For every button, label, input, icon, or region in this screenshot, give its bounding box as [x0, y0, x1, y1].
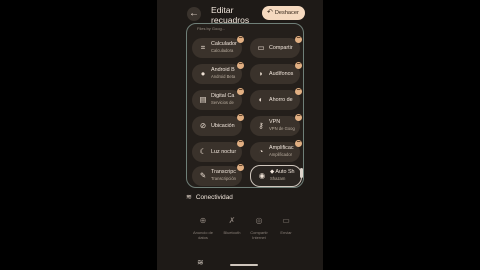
circle-icon: ● — [200, 69, 206, 78]
cast-icon: ▭ — [282, 216, 290, 225]
gesture-bar — [230, 264, 258, 266]
tile-sublabel: Servicios de — [211, 100, 234, 105]
undo-icon: ↶ — [267, 9, 273, 16]
remove-tile-button[interactable]: − — [295, 35, 302, 43]
back-button[interactable]: ← — [187, 7, 201, 21]
calculator-icon: ⌗ — [200, 43, 206, 52]
section-title: Conectividad — [195, 194, 233, 201]
drag-handle[interactable] — [300, 168, 303, 178]
tile-label: Compartir — [269, 45, 293, 51]
tile-label: Luz noctur — [211, 149, 237, 155]
tile-label-text: Auto Sh — [275, 169, 295, 175]
tile-label: ◆ Auto Sh — [270, 169, 295, 175]
undo-button[interactable]: ↶ Deshacer — [262, 6, 305, 20]
live-transcribe-icon: ✎ — [199, 171, 207, 180]
tile-label: Digital Ca — [211, 93, 235, 99]
available-tile[interactable]: ◎ Compartir Internet — [244, 216, 274, 240]
tile-label: Transcripc — [211, 169, 236, 175]
tile-live-transcribe[interactable]: ✎ Transcripc Transcripción — [192, 166, 242, 186]
partial-tile-label: Files by Goog... — [197, 26, 226, 31]
night-light-icon: ☾ — [199, 147, 207, 156]
phone-screen: ← Editar recuadros ↶ Deshacer Files by Go… — [157, 0, 323, 270]
tile-sublabel: Shazam — [270, 176, 286, 181]
available-tile-label: Enviar — [280, 230, 292, 235]
tile-vpn[interactable]: ⚷ VPN VPN de Goog — [250, 116, 300, 136]
available-tile[interactable]: ⊕ Anuncio de datos — [188, 216, 218, 240]
tile-android-beta[interactable]: ● Android B Android Beta — [192, 64, 242, 84]
undo-label: Deshacer — [274, 10, 299, 16]
data-saver-icon: ◐ — [258, 95, 264, 104]
partial-wifi-icon: ≋ — [197, 258, 204, 267]
hotspot-icon: ◎ — [255, 216, 263, 225]
location-off-icon: ⊘ — [199, 121, 207, 130]
sound-amplifier-icon: ◔ — [258, 147, 264, 156]
tile-label: Calculador — [211, 41, 237, 47]
share-icon: ▭ — [257, 43, 265, 52]
data-icon: ⊕ — [199, 216, 207, 225]
tile-label: VPN — [269, 119, 281, 125]
tile-night-light[interactable]: ☾ Luz noctur — [192, 142, 242, 162]
available-tile-label: Bluetooth — [223, 230, 241, 235]
available-tile-label: Compartir Internet — [250, 230, 268, 240]
tile-sublabel: Calculadora — [211, 48, 234, 53]
tile-label: Ubicación — [211, 123, 235, 129]
remove-tile-button[interactable]: − — [295, 61, 302, 69]
shazam-icon: ◉ — [258, 171, 266, 180]
bluetooth-off-icon: ✗ — [228, 216, 236, 225]
remove-tile-button[interactable]: − — [237, 61, 244, 69]
tile-sound-amplifier[interactable]: ◔ Amplificac Amplificador — [250, 142, 300, 162]
remove-tile-button[interactable]: − — [295, 139, 302, 147]
remove-tile-button[interactable]: − — [237, 163, 244, 171]
tile-sublabel: Amplificador — [269, 152, 293, 157]
arrow-back-icon: ← — [189, 8, 199, 19]
wifi-icon: ≋ — [186, 194, 192, 201]
available-tile[interactable]: ▭ Enviar — [271, 216, 301, 235]
page-title: Editar recuadros — [211, 5, 250, 25]
section-header: ≋ Conectividad — [186, 193, 233, 201]
remove-tile-button[interactable]: − — [237, 87, 244, 95]
active-tiles-panel: Files by Goog... ⌗ Calculador Calculador… — [186, 23, 304, 188]
remove-tile-button[interactable]: − — [237, 113, 244, 121]
tile-sublabel: VPN de Goog — [269, 126, 295, 131]
tile-share[interactable]: ▭ Compartir — [250, 38, 300, 58]
tile-label: Ahorro de — [269, 97, 293, 103]
tile-data-saver[interactable]: ◐ Ahorro de — [250, 90, 300, 110]
tile-sublabel: Transcripción — [211, 176, 236, 181]
tile-label: Amplificac — [269, 145, 294, 151]
tile-hearing[interactable]: ◗ Audífonos — [250, 64, 300, 84]
vpn-key-icon: ⚷ — [258, 121, 264, 130]
tile-digital-wellbeing[interactable]: ▤ Digital Ca Servicios de — [192, 90, 242, 110]
available-tile-label: Anuncio de datos — [192, 230, 213, 240]
available-tile[interactable]: ✗ Bluetooth — [217, 216, 247, 235]
tile-sublabel: Android Beta — [211, 74, 236, 79]
remove-tile-button[interactable]: − — [237, 139, 244, 147]
tile-auto-shazam[interactable]: ◉ ◆ Auto Sh Shazam — [250, 165, 302, 187]
digital-wellbeing-icon: ▤ — [199, 95, 207, 104]
tile-calculator[interactable]: ⌗ Calculador Calculadora — [192, 38, 242, 58]
hearing-icon: ◗ — [258, 69, 264, 78]
remove-tile-button[interactable]: − — [237, 35, 244, 43]
tile-location[interactable]: ⊘ Ubicación — [192, 116, 242, 136]
remove-tile-button[interactable]: − — [295, 113, 302, 121]
tile-label: Audífonos — [269, 71, 294, 77]
remove-tile-button[interactable]: − — [295, 87, 302, 95]
tile-label: Android B — [211, 67, 235, 73]
